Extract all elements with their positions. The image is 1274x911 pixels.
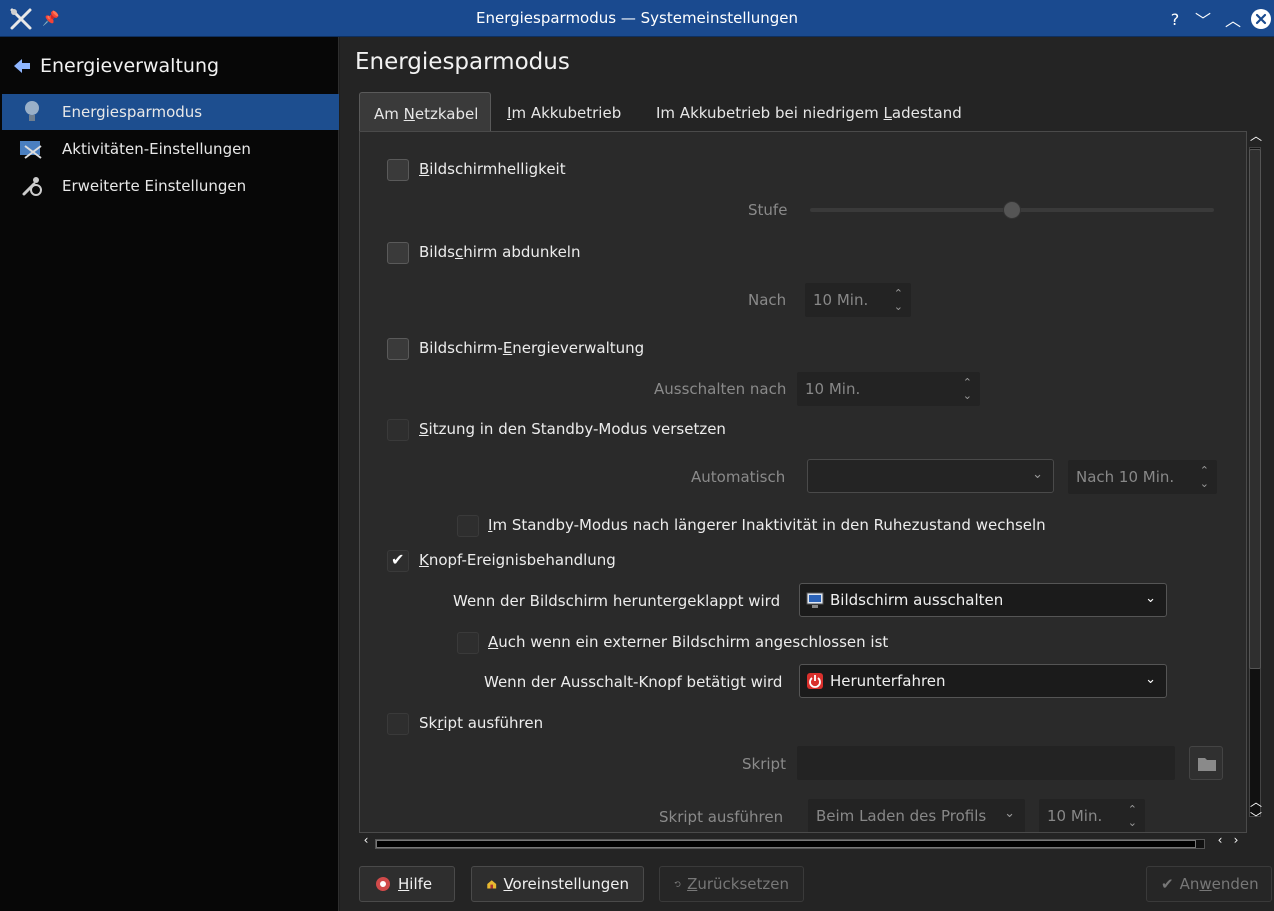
external-monitor-checkbox[interactable]: [457, 632, 479, 654]
sidebar-item-erweitert[interactable]: Erweiterte Einstellungen: [2, 168, 339, 204]
hibernate-checkbox[interactable]: [457, 515, 479, 537]
window-title: Energiesparmodus — Systemeinstellungen: [475, 9, 798, 27]
chevron-down-icon: ⌄: [1145, 672, 1156, 687]
chevron-down-icon: ⌄: [1145, 591, 1156, 606]
script-delay-spinbox[interactable]: 10 Min. ⌃ ⌄: [1038, 798, 1146, 832]
sidebar-item-label: Erweiterte Einstellungen: [62, 177, 247, 195]
script-label: Skript ausführen: [419, 714, 544, 732]
main-content: Energiesparmodus Am Netzkabel Im Akkubet…: [340, 37, 1274, 911]
settings-panel: Bildschirmhelligkeit Stufe Bildschirm ab…: [359, 131, 1247, 833]
power-button-combo[interactable]: Herunterfahren ⌄: [799, 664, 1167, 698]
script-path-label: Skript: [742, 755, 786, 773]
dim-time-spinbox[interactable]: 10 Min. ⌃ ⌄: [804, 282, 912, 318]
maximize-icon[interactable]: ︿: [1220, 6, 1246, 32]
monitor-icon: [806, 591, 824, 609]
tab-akkubetrieb-niedrig[interactable]: Im Akkubetrieb bei niedrigem Ladestand: [642, 92, 976, 132]
scroll-up-icon[interactable]: ︿: [1249, 127, 1263, 144]
activities-icon: [18, 135, 46, 163]
dpms-label: Bildschirm-Energieverwaltung: [419, 339, 645, 357]
dpms-off-label: Ausschalten nach: [654, 380, 787, 398]
button-events-checkbox[interactable]: [387, 550, 409, 572]
brightness-slider-handle[interactable]: [1003, 201, 1021, 219]
script-checkbox[interactable]: [387, 713, 409, 735]
brightness-label: Bildschirmhelligkeit: [419, 160, 566, 178]
script-run-combo[interactable]: Beim Laden des Profils ⌄: [807, 798, 1026, 832]
defaults-icon: [487, 880, 497, 889]
scroll-right-icon[interactable]: ›: [1229, 833, 1243, 847]
standby-label: Sitzung in den Standby-Modus versetzen: [419, 420, 726, 438]
tools-icon: [18, 172, 46, 200]
horizontal-scrollbar[interactable]: ‹ ‹ ›: [359, 833, 1247, 851]
dpms-time-spinbox[interactable]: 10 Min. ⌃ ⌄: [796, 371, 981, 407]
standby-checkbox[interactable]: [387, 419, 409, 441]
back-arrow-icon: [14, 59, 30, 73]
dim-time-value: 10 Min.: [813, 291, 869, 309]
standby-auto-label: Automatisch: [691, 468, 786, 486]
defaults-button[interactable]: Voreinstellungen: [471, 866, 644, 902]
browse-script-button[interactable]: [1189, 746, 1223, 780]
lid-action-label: Wenn der Bildschirm heruntergeklappt wir…: [453, 592, 781, 610]
standby-mode-combo[interactable]: ⌄: [807, 459, 1054, 493]
dim-nach-label: Nach: [748, 291, 787, 309]
sidebar-item-label: Energiesparmodus: [62, 103, 203, 121]
dim-label: Bildschirm abdunkeln: [419, 243, 581, 261]
page-title: Energiesparmodus: [355, 49, 570, 75]
power-button-value: Herunterfahren: [830, 672, 946, 690]
chevron-down-icon: ⌄: [1004, 806, 1015, 821]
chevron-down-icon: ⌄: [1032, 467, 1043, 482]
reset-button-label: Zurücksetzen: [687, 875, 789, 893]
vertical-scrollbar[interactable]: ︿ ︿ ﹀: [1247, 129, 1265, 833]
script-path-input[interactable]: [796, 745, 1176, 781]
sidebar-back-button[interactable]: Energieverwaltung: [12, 55, 219, 77]
title-bar: 📌 Energiesparmodus — Systemeinstellungen…: [0, 0, 1274, 37]
horizontal-scroll-thumb[interactable]: [376, 840, 1196, 848]
reset-button[interactable]: Zurücksetzen: [659, 866, 804, 902]
tab-netzkabel[interactable]: Am Netzkabel: [359, 92, 491, 132]
sidebar-item-label: Aktivitäten-Einstellungen: [62, 140, 251, 158]
apply-button-label: Anwenden: [1179, 875, 1259, 893]
dpms-checkbox[interactable]: [387, 338, 409, 360]
script-run-label: Skript ausführen: [659, 808, 784, 826]
spin-arrows-icon[interactable]: ⌃ ⌄: [894, 287, 903, 313]
button-events-label: Knopf-Ereignisbehandlung: [419, 551, 616, 569]
help-button[interactable]: Hilfe: [359, 866, 455, 902]
help-icon: [376, 877, 390, 891]
sidebar: Energieverwaltung Energiesparmodus Aktiv…: [0, 37, 339, 911]
apply-button[interactable]: ✔ Anwenden: [1146, 866, 1272, 902]
scroll-up-icon[interactable]: ︿: [1249, 793, 1263, 810]
standby-after-spinbox[interactable]: Nach 10 Min. ⌃ ⌄: [1067, 459, 1218, 495]
dim-checkbox[interactable]: [387, 242, 409, 264]
power-button-label: Wenn der Ausschalt-Knopf betätigt wird: [484, 673, 783, 691]
lightbulb-icon: [18, 98, 46, 126]
spin-arrows-icon[interactable]: ⌃ ⌄: [963, 376, 972, 402]
lid-action-combo[interactable]: Bildschirm ausschalten ⌄: [799, 583, 1167, 617]
lid-action-value: Bildschirm ausschalten: [830, 591, 1004, 609]
sidebar-item-aktivitaeten[interactable]: Aktivitäten-Einstellungen: [2, 131, 339, 167]
spin-arrows-icon[interactable]: ⌃ ⌄: [1128, 803, 1137, 829]
spin-arrows-icon[interactable]: ⌃ ⌄: [1200, 464, 1209, 490]
vertical-scroll-thumb[interactable]: [1249, 149, 1261, 669]
help-icon[interactable]: ?: [1162, 6, 1188, 32]
defaults-button-label: Voreinstellungen: [503, 875, 629, 893]
tab-akkubetrieb[interactable]: Im Akkubetrieb: [493, 92, 635, 132]
folder-icon: [1198, 758, 1216, 771]
undo-icon: [674, 881, 681, 887]
scroll-down-icon[interactable]: ﹀: [1249, 809, 1263, 826]
help-button-label: Hilfe: [398, 875, 433, 893]
shutdown-icon: [806, 672, 824, 690]
external-monitor-label: Auch wenn ein externer Bildschirm angesc…: [488, 633, 889, 651]
check-icon: ✔: [1161, 875, 1174, 893]
stufe-label: Stufe: [748, 201, 788, 219]
hibernate-label: Im Standby-Modus nach längerer Inaktivit…: [488, 516, 1046, 534]
sidebar-header: Energieverwaltung: [40, 55, 220, 77]
dpms-time-value: 10 Min.: [805, 380, 861, 398]
sidebar-item-energiesparmodus[interactable]: Energiesparmodus: [2, 94, 339, 130]
standby-after-value: Nach 10 Min.: [1076, 468, 1175, 486]
minimize-icon[interactable]: ﹀: [1190, 6, 1216, 32]
scroll-left-icon[interactable]: ‹: [359, 833, 373, 847]
scroll-left-icon[interactable]: ‹: [1213, 833, 1227, 847]
close-icon[interactable]: [1248, 6, 1274, 32]
brightness-checkbox[interactable]: [387, 159, 409, 181]
